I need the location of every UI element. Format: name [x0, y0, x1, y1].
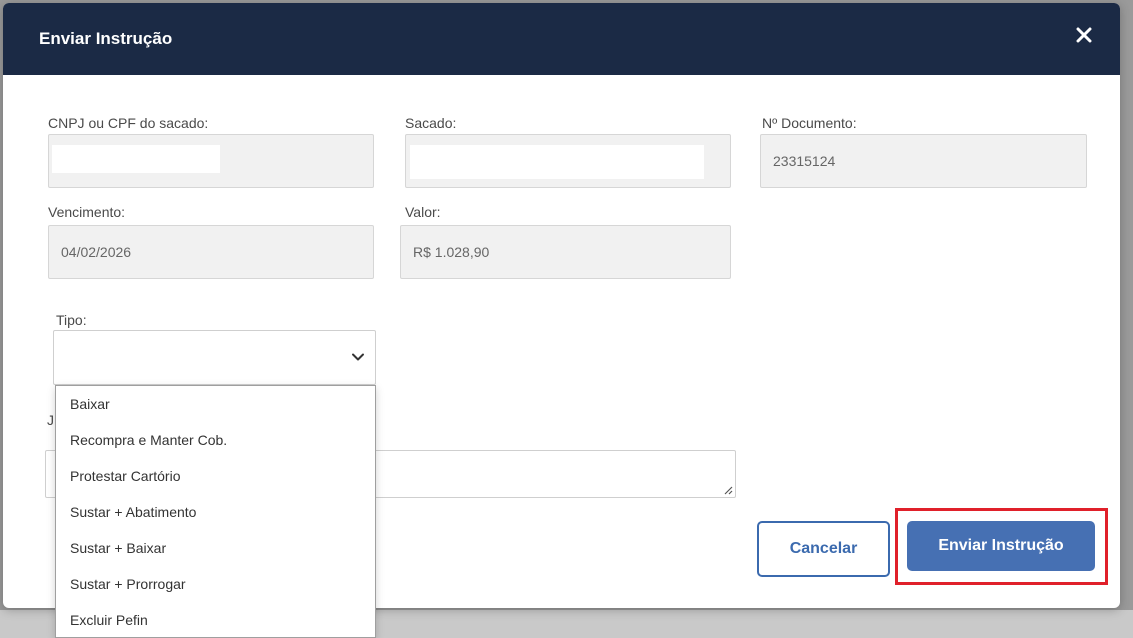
tipo-option-sustar-baixar[interactable]: Sustar + Baixar [56, 530, 375, 566]
sacado-label: Sacado: [405, 115, 457, 131]
vencimento-value: 04/02/2026 [61, 244, 132, 260]
chevron-down-icon [352, 353, 364, 361]
tipo-select[interactable] [53, 330, 376, 385]
valor-value: R$ 1.028,90 [413, 244, 490, 260]
documento-label: Nº Documento: [762, 115, 857, 131]
close-button[interactable] [1072, 23, 1096, 47]
resize-grip-icon[interactable] [723, 485, 733, 495]
tipo-option-protestar[interactable]: Protestar Cartório [56, 458, 375, 494]
sacado-redaction [410, 145, 704, 179]
cancel-button[interactable]: Cancelar [757, 521, 890, 577]
tipo-option-sustar-prorrogar[interactable]: Sustar + Prorrogar [56, 566, 375, 602]
send-instruction-button[interactable]: Enviar Instrução [907, 521, 1095, 571]
tipo-dropdown-list: Baixar Recompra e Manter Cob. Protestar … [55, 385, 376, 638]
valor-field: R$ 1.028,90 [400, 225, 731, 279]
tipo-option-sustar-abatimento[interactable]: Sustar + Abatimento [56, 494, 375, 530]
tipo-option-recompra[interactable]: Recompra e Manter Cob. [56, 422, 375, 458]
vencimento-label: Vencimento: [48, 204, 126, 220]
cnpj-label: CNPJ ou CPF do sacado: [48, 115, 209, 131]
vencimento-field: 04/02/2026 [48, 225, 374, 279]
close-icon [1076, 27, 1092, 43]
valor-label: Valor: [405, 204, 441, 220]
justificativa-label: J [47, 412, 54, 428]
tipo-label: Tipo: [56, 312, 87, 328]
dialog-title: Enviar Instrução [39, 29, 173, 48]
documento-field: 23315124 [760, 134, 1087, 188]
dialog-header: Enviar Instrução [3, 3, 1120, 75]
cnpj-redaction [52, 145, 220, 173]
documento-value: 23315124 [773, 153, 836, 169]
tipo-option-excluir-pefin[interactable]: Excluir Pefin [56, 602, 375, 638]
tipo-option-baixar[interactable]: Baixar [56, 386, 375, 422]
